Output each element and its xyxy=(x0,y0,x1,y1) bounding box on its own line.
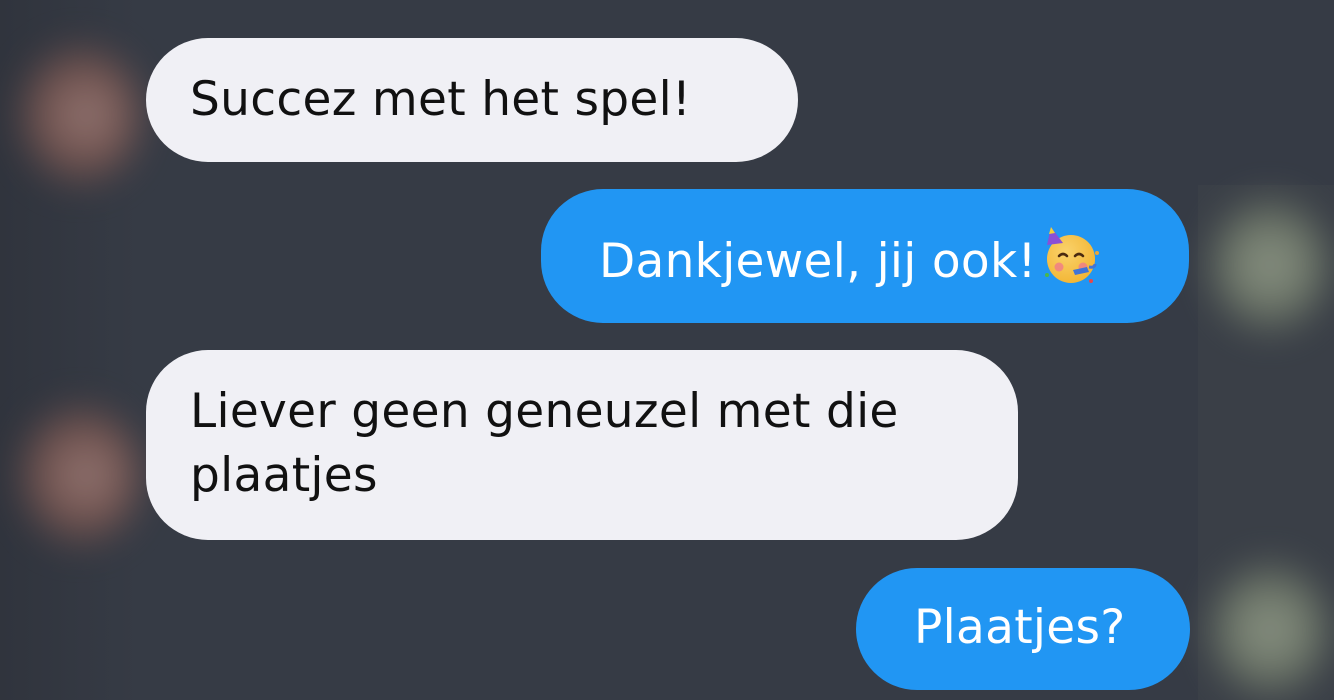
partying-face-icon xyxy=(1039,223,1103,287)
outgoing-message[interactable]: Plaatjes? xyxy=(856,568,1190,690)
incoming-message[interactable]: Liever geen geneuzel met die plaatjes xyxy=(146,350,1018,540)
own-avatar[interactable] xyxy=(1210,195,1330,335)
contact-avatar[interactable] xyxy=(20,45,140,185)
incoming-message[interactable]: Succez met het spel! xyxy=(146,38,798,162)
message-text: Plaatjes? xyxy=(914,600,1126,655)
message-text: Liever geen geneuzel met die plaatjes xyxy=(190,384,899,503)
message-text: Succez met het spel! xyxy=(190,72,692,127)
contact-avatar[interactable] xyxy=(20,405,140,545)
own-avatar[interactable] xyxy=(1210,560,1330,700)
outgoing-message[interactable]: Dankjewel, jij ook! xyxy=(541,189,1189,323)
message-text: Dankjewel, jij ook! xyxy=(599,234,1037,289)
chat-screen: Succez met het spel! Dankjewel, jij ook! xyxy=(0,0,1334,700)
